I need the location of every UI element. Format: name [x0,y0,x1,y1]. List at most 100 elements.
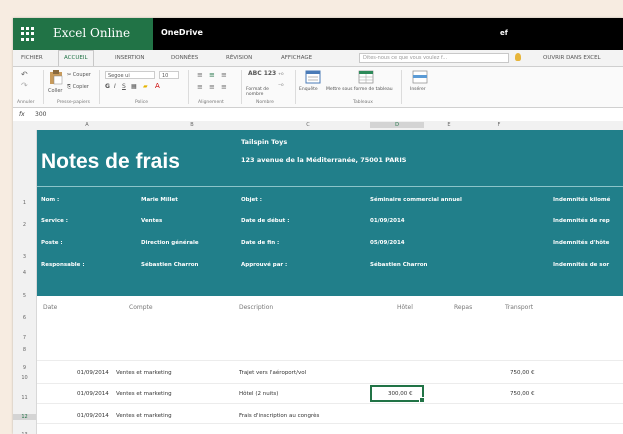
info-value[interactable]: Sébastien Charron [141,262,198,268]
header-hotel[interactable]: Hôtel [397,304,413,311]
info-label[interactable]: Approuvé par : [241,262,287,268]
row-header[interactable]: 7 [13,335,36,341]
cell-account[interactable]: Ventes et marketing [116,370,172,376]
info-extra[interactable]: Indemnités de sor [553,262,609,268]
insert-label[interactable]: Insérer [410,87,426,92]
info-label[interactable]: Date de fin : [241,240,279,246]
number-format-label[interactable]: Format de nombre [246,87,276,97]
cell-description[interactable]: Hôtel (2 nuits) [239,391,278,397]
header-transport[interactable]: Transport [505,304,533,311]
cell-date[interactable]: 01/09/2014 [77,370,109,376]
copy-button[interactable]: ⎘ Copier [67,84,89,90]
tab-donnees[interactable]: DONNÉES [171,55,198,61]
cell-date[interactable]: 01/09/2014 [77,391,109,397]
font-size-select[interactable]: 10 [159,71,179,79]
cell-description[interactable]: Frais d'inscription au congrès [239,413,319,419]
fill-handle[interactable] [419,397,425,403]
align-center-icon[interactable]: ≡ [209,83,215,91]
align-middle-icon[interactable]: ≡ [209,71,215,79]
info-extra[interactable]: Indemnités de rep [553,218,610,224]
decrease-decimal-icon[interactable]: ⁻⁰ [278,83,284,90]
info-label[interactable]: Objet : [241,197,262,203]
undo-icon[interactable]: ↶ [21,70,28,79]
font-color-icon[interactable]: A [155,82,160,90]
fill-color-icon[interactable]: ▰ [143,83,148,90]
align-left-icon[interactable]: ≡ [197,83,203,91]
redo-icon[interactable]: ↷ [21,81,28,90]
open-in-excel-button[interactable]: OUVRIR DANS EXCEL [543,55,601,61]
info-value[interactable]: Ventes [141,218,162,224]
row-header[interactable]: 1 [13,200,36,206]
info-label[interactable]: Date de début : [241,218,289,224]
insert-cells-icon[interactable] [412,70,428,84]
survey-label[interactable]: Enquête [299,87,318,92]
sheet-title[interactable]: Notes de frais [41,150,180,174]
app-launcher-icon[interactable] [21,27,35,41]
info-value[interactable]: 05/09/2014 [370,240,405,246]
cell-account[interactable]: Ventes et marketing [116,413,172,419]
row-header[interactable]: 10 [13,375,36,381]
survey-icon[interactable] [305,70,321,84]
cell-description[interactable]: Trajet vers l'aéroport/vol [239,370,306,376]
underline-button[interactable]: S [122,83,126,90]
user-name[interactable]: ef [500,29,508,37]
onedrive-link[interactable]: OneDrive [161,28,203,37]
tell-me-input[interactable]: Dites-nous ce que vous voulez f... [359,53,509,63]
cell-transport[interactable]: 750,00 € [510,391,535,397]
row-header[interactable]: 5 [13,293,36,299]
italic-button[interactable]: I [114,83,116,90]
app-title[interactable]: Excel Online [53,26,130,40]
row-header[interactable]: 9 [13,365,36,371]
company-name[interactable]: Tailspin Toys [241,138,287,146]
column-header-c[interactable]: C [247,122,369,128]
info-value[interactable]: 01/09/2014 [370,218,405,224]
font-name-select[interactable]: Segoe ui [105,71,155,79]
selected-cell-d12[interactable]: 300,00 € [370,385,425,403]
header-date[interactable]: Date [43,304,57,311]
paste-button[interactable] [49,69,63,85]
info-value[interactable]: Marie Millet [141,197,178,203]
info-label[interactable]: Responsable : [41,262,85,268]
align-bottom-icon[interactable]: ≡ [221,71,227,79]
info-label[interactable]: Nom : [41,197,59,203]
info-extra[interactable]: Indemnités d'hôte [553,240,609,246]
header-meals[interactable]: Repas [454,304,472,311]
format-as-table-label[interactable]: Mettre sous forme de tableau [326,87,393,92]
column-header-a[interactable]: A [37,122,137,128]
company-address[interactable]: 123 avenue de la Méditerranée, 75001 PAR… [241,156,406,164]
cell-transport[interactable]: 750,00 € [510,370,535,376]
info-label[interactable]: Poste : [41,240,63,246]
column-header-d[interactable]: D [370,122,424,128]
tab-fichier[interactable]: FICHIER [21,55,43,61]
info-value[interactable]: Sébastien Charron [370,262,427,268]
row-header[interactable]: 11 [13,395,36,401]
column-header-f[interactable]: F [474,122,524,128]
info-value[interactable]: Direction générale [141,240,199,246]
info-label[interactable]: Service : [41,218,68,224]
row-header[interactable]: 4 [13,270,36,276]
align-top-icon[interactable]: ≡ [197,71,203,79]
borders-icon[interactable]: ▦ [131,83,137,90]
increase-decimal-icon[interactable]: ⁺⁰ [278,72,284,79]
cell-account[interactable]: Ventes et marketing [116,391,172,397]
row-header[interactable]: 2 [13,222,36,228]
info-extra[interactable]: Indemnités kilomé [553,197,610,203]
cell-hotel[interactable]: 300,00 € [388,391,413,397]
tab-insertion[interactable]: INSERTION [115,55,145,61]
tab-affichage[interactable]: AFFICHAGE [281,55,312,61]
column-header-b[interactable]: B [137,122,247,128]
tab-accueil[interactable]: ACCUEIL [58,50,93,66]
number-format-icon[interactable]: ABC 123 [248,70,276,77]
tab-revision[interactable]: RÉVISION [226,55,252,61]
column-header-e[interactable]: E [424,122,474,128]
cell-date[interactable]: 01/09/2014 [77,413,109,419]
paste-label[interactable]: Coller [48,88,62,94]
format-as-table-icon[interactable] [358,70,374,84]
row-header[interactable]: 8 [13,347,36,353]
bold-button[interactable]: G [105,83,110,90]
header-account[interactable]: Compte [129,304,153,311]
row-header[interactable]: 3 [13,254,36,260]
cut-button[interactable]: ✂ Couper [67,72,91,78]
formula-input[interactable]: 300 [35,111,46,118]
info-value[interactable]: Séminaire commercial annuel [370,197,462,203]
